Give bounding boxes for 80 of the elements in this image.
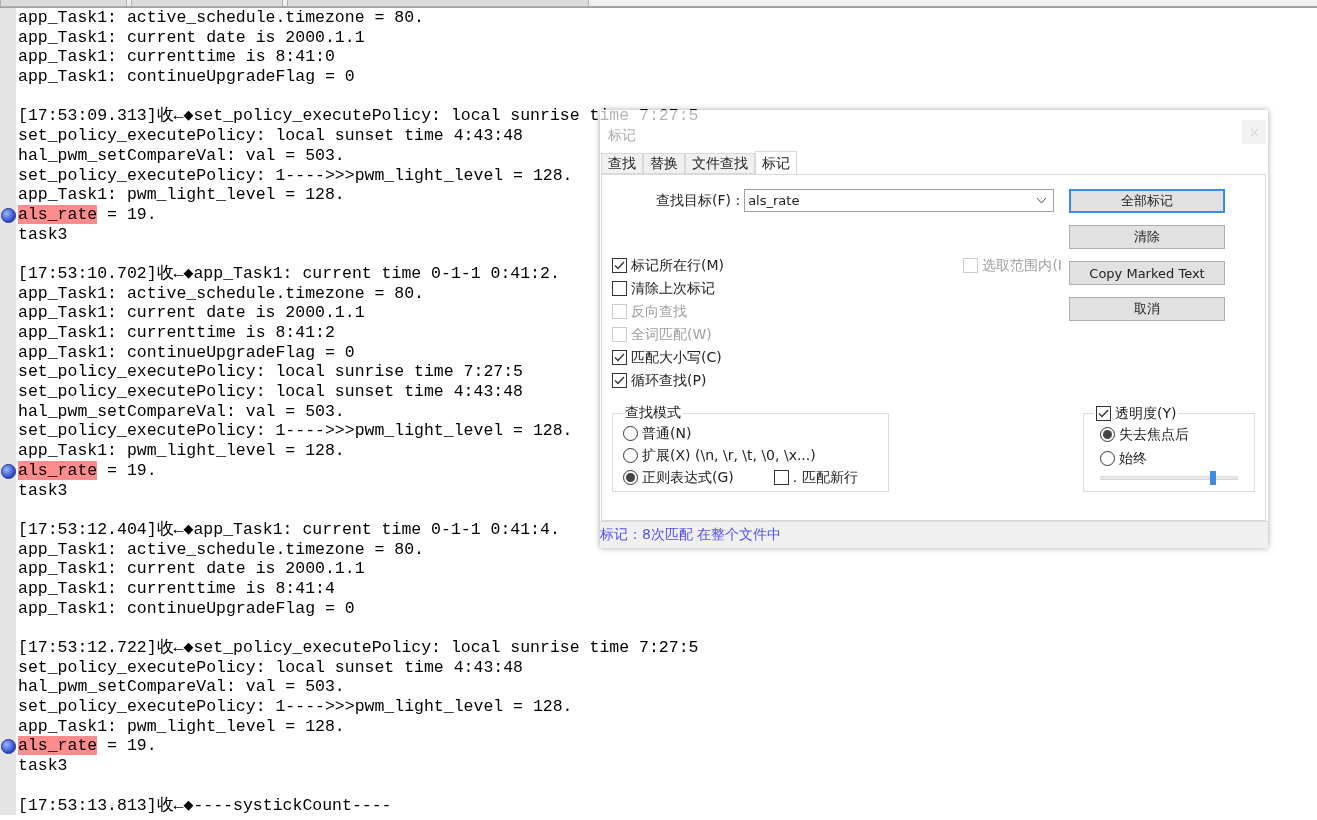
code-line: set_policy_executePolicy: 1---->>>pwm_light_level = 128. [18, 165, 573, 185]
code-line: [17:53:12.722]收←◆set_policy_executePolicy: local sunrise time 7:27:5 [18, 638, 699, 657]
checkbox-label: 标记所在行(M) [631, 256, 724, 275]
code-line: app_Task1: continueUpgradeFlag = 0 [18, 342, 355, 362]
checkbox[interactable] [612, 373, 627, 388]
code-line: app_Task1: pwm_light_level = 128. [18, 441, 345, 461]
code-line: set_policy_executePolicy: 1---->>>pwm_light_level = 128. [18, 697, 573, 717]
code-line: hal_pwm_setCompareVal: val = 503. [18, 145, 345, 165]
checkbox-label: 清除上次标记 [631, 279, 715, 298]
code-line: app_Task1: pwm_light_level = 128. [18, 185, 345, 205]
tab[interactable]: 替换 [643, 153, 685, 174]
radio-label: 正则表达式(G) [642, 468, 734, 487]
code-line: [17:53:13.813]收←◆----systickCount---- [18, 795, 392, 815]
slider-thumb[interactable] [1210, 471, 1217, 485]
code-line: = 19. [106, 460, 157, 480]
code-line: app_Task1: currenttime is 8:41:4 [18, 578, 335, 598]
code-line: task3 [18, 480, 68, 500]
radio-label: 失去焦点后 [1119, 425, 1189, 444]
code-line: set_policy_executePolicy: 1---->>>pwm_light_level = 128. [18, 421, 573, 441]
code-line: set_policy_executePolicy: local sunset time 4:43:48 [18, 126, 523, 146]
code-line: [17:53:09.313]收←◆set_policy_executePolicy: local sunrise time 7:27:5 [18, 106, 699, 126]
code-line: [17:53:10.702]收←◆app_Task1: current time 0-1-1 0:41:2. [18, 263, 560, 283]
close-icon [1249, 127, 1259, 137]
checkbox-label: 循环查找(P) [631, 371, 707, 390]
code-line: app_Task1: continueUpgradeFlag = 0 [18, 598, 355, 618]
code-line: task3 [18, 224, 68, 244]
code-line: = 19. [106, 204, 157, 224]
code-line: = 19. [106, 736, 157, 756]
radio-button[interactable] [1100, 451, 1115, 466]
code-line: app_Task1: continueUpgradeFlag = 0 [18, 67, 355, 87]
tab[interactable]: 标记 [755, 151, 797, 175]
dialog-button[interactable]: 全部标记 [1069, 189, 1225, 213]
highlighted-match: als_rate [18, 736, 98, 756]
radio-button[interactable] [623, 470, 638, 485]
code-line: set_policy_executePolicy: local sunset time 4:43:48 [18, 657, 523, 677]
code-line: app_Task1: currenttime is 8:41:2 [18, 323, 335, 342]
code-line: [17:53:12.404]收←◆app_Task1: current time 0-1-1 0:41:4. [18, 519, 560, 539]
code-line: hal_pwm_setCompareVal: val = 503. [18, 401, 345, 421]
checkbox[interactable] [612, 258, 627, 273]
dialog-button[interactable]: Copy Marked Text [1069, 261, 1225, 285]
code-line: app_Task1: current date is 2000.1.1 [18, 303, 365, 323]
checkbox-label: 选取范围内(I [982, 256, 1062, 275]
checkbox-label: 透明度(Y) [1115, 404, 1177, 423]
checkbox-label: 反向查找 [631, 302, 687, 321]
code-line: set_policy_executePolicy: local sunrise time 7:27:5 [18, 362, 523, 382]
dialog-button[interactable]: 清除 [1069, 225, 1225, 249]
checkbox-label: 全词匹配(W) [631, 325, 712, 344]
highlighted-match: als_rate [18, 204, 98, 224]
tab[interactable]: 查找 [601, 153, 643, 174]
checkbox[interactable] [612, 281, 627, 296]
find-target-dropdown[interactable]: als_rate [744, 189, 1055, 212]
radio-button[interactable] [623, 426, 638, 441]
code-line: app_Task1: current date is 2000.1.1 [18, 27, 365, 47]
radio-label: 扩展(X) (\n, \r, \t, \0, \x...) [642, 446, 816, 465]
tab[interactable]: 文件查找 [685, 153, 755, 174]
radio-label: 始终 [1119, 449, 1147, 468]
radio-button[interactable] [623, 448, 638, 463]
chevron-down-icon [1036, 197, 1048, 204]
status-text: 标记：8次匹配 在整个文件中 [600, 526, 782, 544]
highlighted-match: als_rate [18, 460, 98, 480]
field-label: 查找目标(F) : [656, 191, 741, 210]
code-line: set_policy_executePolicy: local sunset time 4:43:48 [18, 382, 523, 402]
checkbox[interactable] [1096, 406, 1111, 421]
checkbox-label: . 匹配新行 [792, 468, 858, 487]
code-line: app_Task1: active_schedule.timezone = 80. [18, 283, 424, 303]
checkbox[interactable] [773, 470, 789, 485]
group-title: 查找模式 [624, 404, 682, 422]
code-line: app_Task1: current date is 2000.1.1 [18, 559, 365, 579]
code-line: app_Task1: active_schedule.timezone = 80. [18, 539, 424, 559]
dialog-title: 标记 [608, 127, 636, 145]
code-line: app_Task1: pwm_light_level = 128. [18, 716, 345, 736]
radio-button[interactable] [1100, 427, 1115, 442]
checkbox[interactable] [612, 350, 627, 365]
code-line: app_Task1: currenttime is 8:41:0 [18, 47, 335, 67]
checkbox-label: 匹配大小写(C) [631, 348, 722, 367]
code-line: task3 [18, 756, 68, 776]
code-line: app_Task1: active_schedule.timezone = 80. [18, 8, 424, 27]
code-line: hal_pwm_setCompareVal: val = 503. [18, 677, 345, 697]
dialog-button[interactable]: 取消 [1069, 297, 1225, 321]
radio-label: 普通(N) [642, 424, 692, 443]
